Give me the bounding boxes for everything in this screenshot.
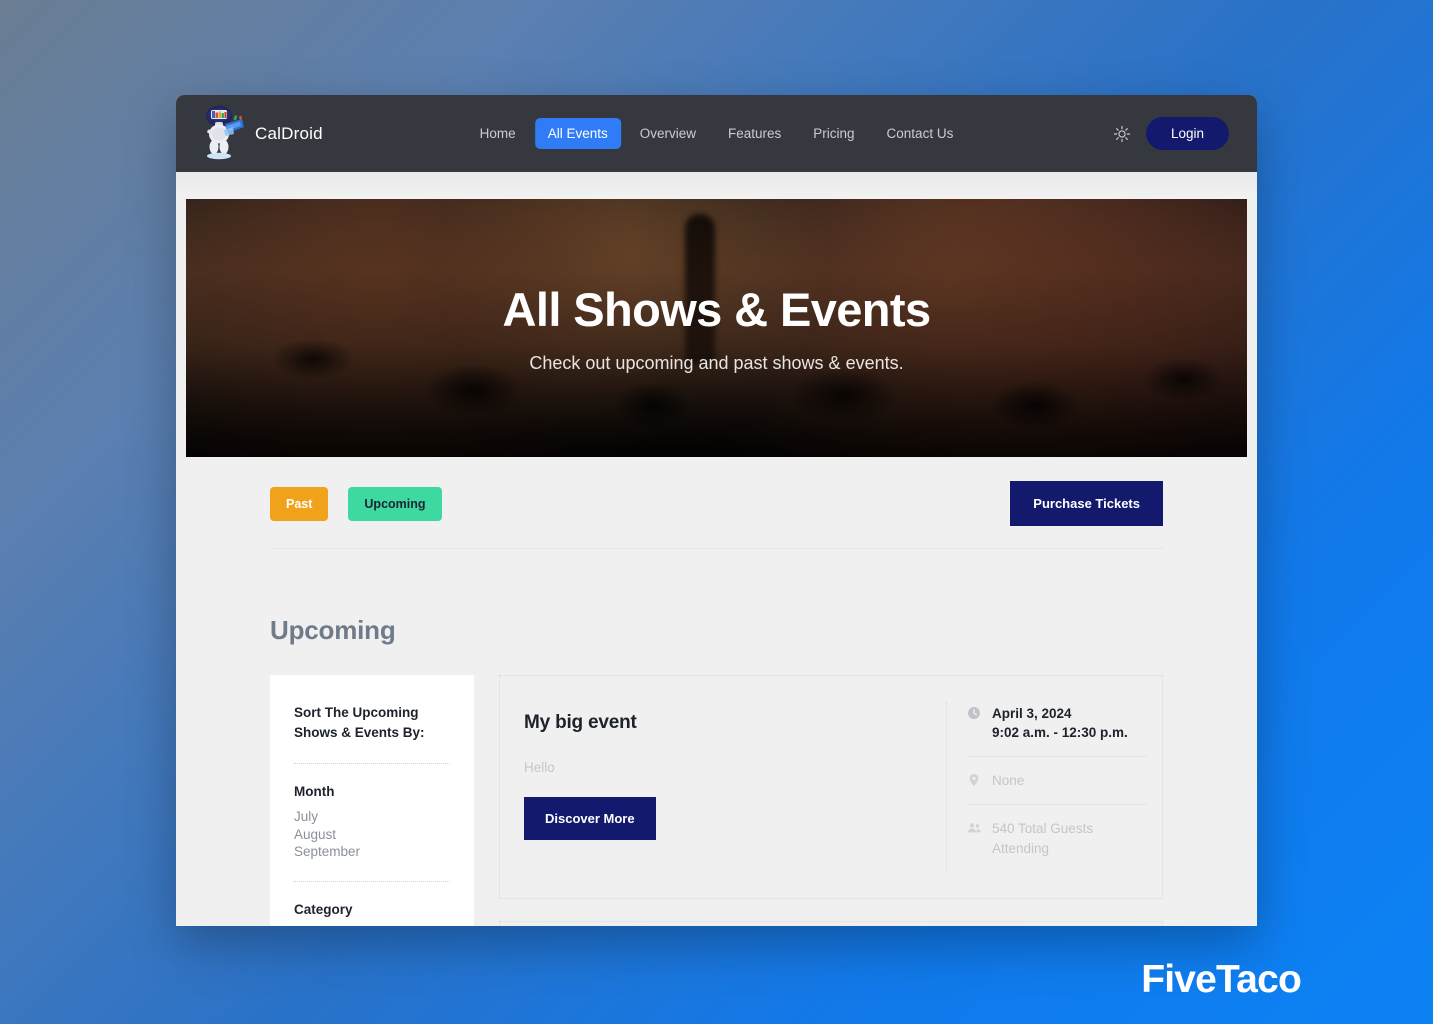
sidebar-divider-2	[294, 881, 450, 883]
page-body: All Shows & Events Check out upcoming an…	[176, 172, 1257, 926]
event-card[interactable]: User Testing Discover More	[499, 920, 1163, 926]
event-location: None	[992, 773, 1025, 789]
app-window: CalDroid Home All Events Overview Featur…	[176, 95, 1257, 926]
event-guests: 540 Total Guests Attending	[992, 821, 1094, 856]
event-meta: April 3, 2024 9:02 a.m. - 12:30 p.m. Non…	[946, 702, 1162, 872]
event-main: My big event Hello Discover More	[500, 702, 946, 872]
event-description: Hello	[524, 760, 555, 775]
filter-past-button[interactable]: Past	[270, 486, 329, 521]
filter-option-july[interactable]: July	[294, 808, 450, 825]
filter-option-august[interactable]: August	[294, 826, 450, 843]
nav-item-overview[interactable]: Overview	[627, 118, 709, 149]
filter-bar: Past Upcoming Purchase Tickets	[270, 457, 1163, 548]
clock-icon	[967, 706, 981, 720]
nav-item-all-events[interactable]: All Events	[534, 118, 621, 149]
filter-group-title-category: Category	[294, 902, 353, 918]
page-title: All Shows & Events	[502, 283, 932, 336]
page-top-strip	[176, 172, 1257, 199]
filter-option-september[interactable]: September	[294, 843, 450, 860]
nav-item-home[interactable]: Home	[467, 118, 529, 149]
filter-group-title-month: Month	[294, 784, 335, 800]
map-pin-icon	[967, 773, 981, 787]
people-icon	[967, 821, 981, 835]
filter-group-category: Category Pop Music	[294, 902, 450, 926]
filter-upcoming-button[interactable]: Upcoming	[348, 486, 442, 521]
sidebar-divider-1	[294, 763, 450, 765]
event-guests-row: 540 Total Guests Attending	[967, 804, 1148, 871]
discover-more-button[interactable]: Discover More	[524, 797, 656, 840]
event-datetime-row: April 3, 2024 9:02 a.m. - 12:30 p.m.	[967, 702, 1148, 756]
events-layout: Sort The Upcoming Shows & Events By: Mon…	[270, 675, 1163, 926]
event-date: April 3, 2024	[992, 706, 1072, 721]
event-time: 9:02 a.m. - 12:30 p.m.	[992, 725, 1128, 741]
sidebar-heading: Sort The Upcoming Shows & Events By:	[294, 705, 425, 740]
sun-icon[interactable]	[1112, 124, 1132, 144]
filter-group-month: Month July August September	[294, 784, 450, 860]
purchase-tickets-button[interactable]: Purchase Tickets	[1010, 481, 1163, 526]
event-location-row: None	[967, 756, 1148, 804]
filter-divider	[270, 548, 1163, 549]
page-subtitle: Check out upcoming and past shows & even…	[529, 353, 904, 373]
content-area: Past Upcoming Purchase Tickets Upcoming …	[176, 457, 1257, 926]
section-heading: Upcoming	[270, 615, 396, 645]
brand-name: CalDroid	[255, 123, 323, 143]
nav-item-features[interactable]: Features	[715, 118, 794, 149]
event-card[interactable]: My big event Hello Discover More April 3…	[499, 675, 1163, 899]
fivetaco-watermark: FiveTaco	[1141, 958, 1302, 1001]
login-button[interactable]: Login	[1145, 117, 1229, 150]
robot-droid-icon	[202, 103, 246, 165]
brand[interactable]: CalDroid	[202, 103, 323, 165]
nav-right: Login	[1112, 117, 1229, 150]
event-title: My big event	[524, 712, 637, 733]
nav-links: Home All Events Overview Features Pricin…	[467, 118, 967, 149]
hero-banner: All Shows & Events Check out upcoming an…	[186, 199, 1247, 457]
nav-item-contact-us[interactable]: Contact Us	[874, 118, 967, 149]
sort-sidebar: Sort The Upcoming Shows & Events By: Mon…	[270, 675, 474, 926]
nav-item-pricing[interactable]: Pricing	[800, 118, 867, 149]
navbar: CalDroid Home All Events Overview Featur…	[176, 95, 1257, 172]
events-list: My big event Hello Discover More April 3…	[499, 675, 1163, 926]
